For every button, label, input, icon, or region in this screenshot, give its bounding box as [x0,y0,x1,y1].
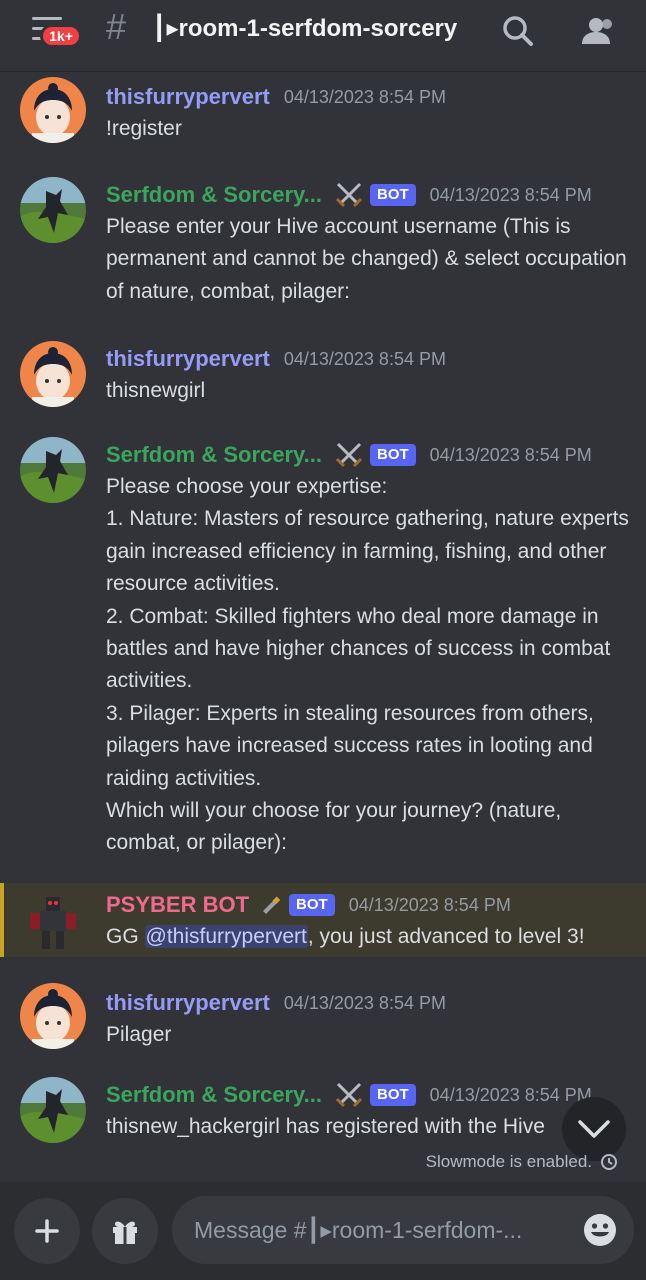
message-text: thisnewgirl [106,379,206,402]
author-name[interactable]: Serfdom & Sorcery... [106,182,322,208]
gift-button[interactable] [92,1198,158,1264]
timestamp: 04/13/2023 8:54 PM [283,992,446,1013]
message-list[interactable]: thisfurrypervert 04/13/2023 8:54 PM !reg… [0,73,646,1145]
text-after: , you just advanced to level 3! [307,925,585,948]
message-composer: Message #┃▸room-1-serfdom-... [0,1182,646,1280]
add-attachment-button[interactable] [14,1198,80,1264]
message: thisfurrypervert 04/13/2023 8:54 PM Pila… [0,979,646,1059]
message-text: Please choose your expertise: 1. Nature:… [106,475,629,855]
gift-icon [113,1221,137,1244]
message: thisfurrypervert 04/13/2023 8:54 PM !reg… [0,73,646,163]
message: Serfdom & Sorcery... BOT 04/13/2023 8:54… [0,1073,646,1145]
search-icon[interactable] [496,10,540,54]
author-name[interactable]: Serfdom & Sorcery... [106,442,322,468]
bot-badge: BOT [289,893,335,917]
crossed-swords-icon [334,440,364,470]
avatar[interactable] [20,1077,86,1143]
text-before: GG [106,925,145,948]
avatar[interactable] [20,887,86,953]
author-name[interactable]: Serfdom & Sorcery... [106,1082,322,1108]
avatar[interactable] [20,341,86,407]
hash-icon: # [106,6,127,47]
message-text: thisnew_hackergirl has registered with t… [106,1115,545,1138]
gun-icon [259,893,283,917]
emoji-icon[interactable] [582,1212,618,1248]
message-text: Please enter your Hive account username … [106,215,633,303]
timestamp: 04/13/2023 8:54 PM [348,894,511,915]
avatar[interactable] [20,77,86,143]
message: Serfdom & Sorcery... BOT 04/13/2023 8:54… [0,433,646,873]
timestamp: 04/13/2023 8:54 PM [429,1084,592,1105]
notification-badge[interactable]: 1k+ [40,24,82,48]
timestamp: 04/13/2023 8:54 PM [429,184,592,205]
user-mention[interactable]: @thisfurrypervert [144,925,308,948]
bot-badge: BOT [370,1083,416,1107]
message: thisfurrypervert 04/13/2023 8:54 PM this… [0,335,646,425]
bot-badge: BOT [370,183,416,207]
message-text: GG @thisfurrypervert, you just advanced … [106,921,636,953]
timestamp: 04/13/2023 8:54 PM [429,444,592,465]
author-name[interactable]: thisfurrypervert [106,990,270,1016]
author-name[interactable]: thisfurrypervert [106,346,270,372]
message: Serfdom & Sorcery... BOT 04/13/2023 8:54… [0,173,646,323]
channel-header: 1k+ # ┃▸room-1-serfdom-sorcery [0,0,646,72]
crossed-swords-icon [334,1080,364,1110]
message-mention-highlight: PSYBER BOT BOT 04/13/2023 8:54 PM GG @th… [0,883,646,957]
crossed-swords-icon [334,180,364,210]
author-name[interactable]: PSYBER BOT [106,892,249,918]
message-text: !register [106,117,182,140]
timestamp: 04/13/2023 8:54 PM [283,86,446,107]
slowmode-notice: Slowmode is enabled. [426,1152,618,1172]
plus-icon [35,1219,59,1243]
message-placeholder: Message #┃▸room-1-serfdom-... [194,1216,523,1243]
members-icon[interactable] [574,10,618,54]
avatar[interactable] [20,983,86,1049]
message-text: Pilager [106,1023,172,1046]
bot-badge: BOT [370,443,416,467]
timestamp: 04/13/2023 8:54 PM [283,348,446,369]
avatar[interactable] [20,437,86,503]
channel-title[interactable]: ┃▸room-1-serfdom-sorcery [152,14,457,43]
slowmode-text: Slowmode is enabled. [425,1152,592,1171]
avatar[interactable] [20,177,86,243]
chevron-down-icon [578,1120,610,1138]
message-input[interactable]: Message #┃▸room-1-serfdom-... [172,1196,634,1264]
timer-icon [601,1154,617,1170]
author-name[interactable]: thisfurrypervert [106,84,270,110]
